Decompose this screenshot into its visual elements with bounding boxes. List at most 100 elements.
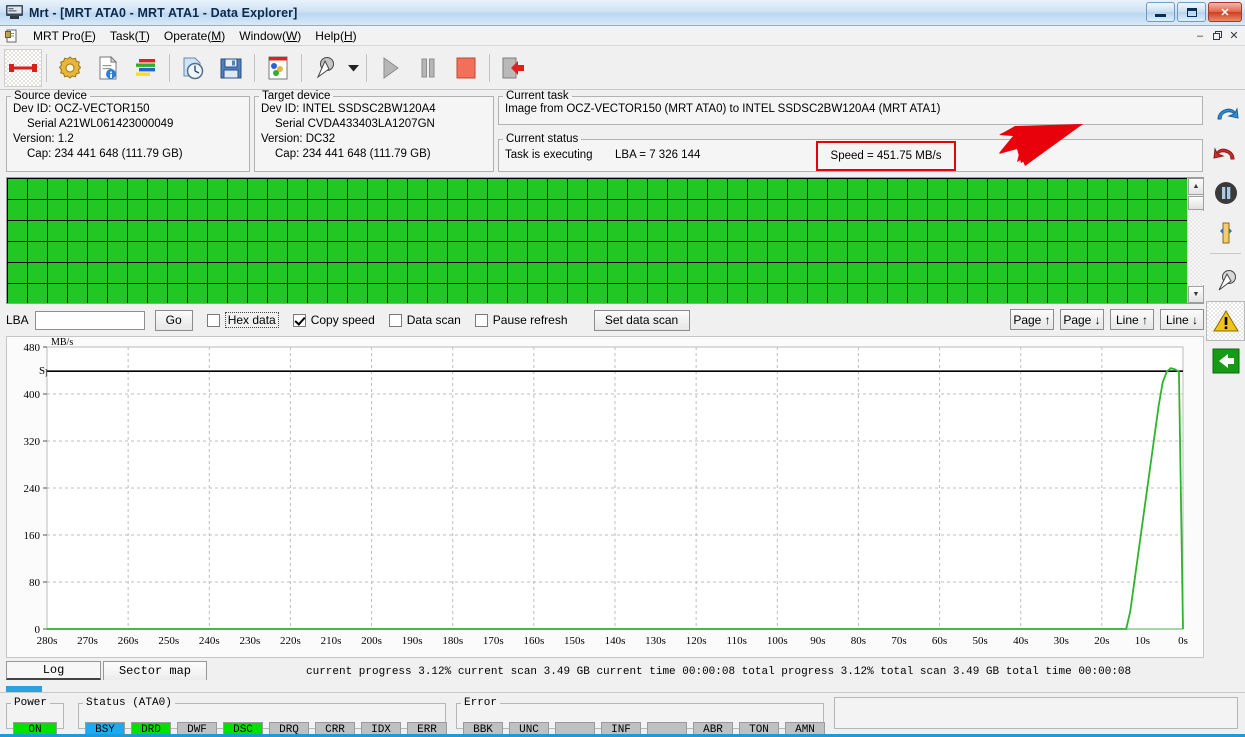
copy-speed-checkbox[interactable]	[293, 314, 306, 327]
menu-item-operate[interactable]: Operate(M)	[157, 28, 232, 44]
minimize-button[interactable]	[1146, 2, 1175, 22]
pause-refresh-label: Pause refresh	[493, 313, 568, 327]
info-panels: Source device Dev ID: OCZ-VECTOR150 Seri…	[0, 90, 1245, 175]
settings-gear-icon[interactable]	[51, 49, 89, 87]
tab-strip: Log Sector map current progress 3.12% cu…	[6, 661, 1204, 683]
chart-bars-icon[interactable]	[127, 49, 165, 87]
svg-text:80s: 80s	[851, 635, 866, 647]
line-up-button[interactable]: Line ↑	[1110, 309, 1154, 330]
svg-text:220s: 220s	[280, 635, 301, 647]
redo-icon[interactable]	[1206, 133, 1245, 173]
mdi-restore-button[interactable]	[1209, 28, 1225, 43]
sector-map-scrollbar[interactable]: ▲ ▼	[1187, 178, 1203, 303]
toolbar-separator	[169, 54, 170, 82]
menu-item-task[interactable]: Task(T)	[103, 28, 157, 44]
pause-circle-icon[interactable]	[1206, 173, 1245, 213]
sector-map-cells[interactable]	[7, 178, 1187, 303]
source-device-panel: Source device Dev ID: OCZ-VECTOR150 Seri…	[6, 90, 250, 172]
svg-text:190s: 190s	[402, 635, 423, 647]
icon-bar-divider	[1210, 253, 1241, 261]
toolbar-separator	[301, 54, 302, 82]
lba-label: LBA	[6, 313, 29, 327]
svg-text:270s: 270s	[77, 635, 98, 647]
page-down-button[interactable]: Page ↓	[1060, 309, 1104, 330]
head-map-icon[interactable]	[306, 49, 344, 87]
scroll-down-button[interactable]: ▼	[1188, 286, 1204, 303]
target-device-panel: Target device Dev ID: INTEL SSDSC2BW120A…	[254, 90, 494, 172]
save-floppy-icon[interactable]	[212, 49, 250, 87]
target-version: Version: DC32	[255, 132, 493, 147]
menu-item-mrtpro[interactable]: MRT Pro(F)	[26, 28, 103, 44]
green-arrow-icon[interactable]	[1206, 341, 1245, 381]
data-scan-checkbox[interactable]	[389, 314, 402, 327]
pause-refresh-checkbox[interactable]	[475, 314, 488, 327]
hex-data-checkbox[interactable]	[207, 314, 220, 327]
source-version: Version: 1.2	[7, 132, 249, 147]
status-flags-legend: Status (ATA0)	[83, 697, 175, 709]
toolbar-separator	[489, 54, 490, 82]
hex-data-label: Hex data	[225, 312, 279, 328]
toolbar-separator	[254, 54, 255, 82]
sector-map-grid[interactable]: ▲ ▼	[6, 177, 1204, 304]
right-icon-bar	[1206, 93, 1245, 383]
current-task-legend: Current task	[503, 90, 572, 102]
svg-text:140s: 140s	[605, 635, 626, 647]
svg-text:70s: 70s	[891, 635, 906, 647]
warning-icon[interactable]	[1206, 301, 1245, 341]
set-data-scan-button[interactable]: Set data scan	[594, 310, 690, 331]
menu-item-window[interactable]: Window(W)	[232, 28, 308, 44]
checkbox-pause-refresh[interactable]: Pause refresh	[475, 313, 568, 327]
copy-speed-label: Copy speed	[311, 313, 375, 327]
maximize-button[interactable]	[1177, 2, 1206, 22]
scrollbar-track[interactable]	[1188, 211, 1204, 285]
stop-icon[interactable]	[447, 49, 485, 87]
disk-scan-icon[interactable]	[174, 49, 212, 87]
svg-text:100s: 100s	[767, 635, 788, 647]
scroll-up-button[interactable]: ▲	[1188, 178, 1204, 195]
undo-icon[interactable]	[1206, 93, 1245, 133]
extra-panel	[834, 697, 1238, 729]
close-button[interactable]: ✕	[1208, 2, 1242, 22]
report-icon[interactable]	[259, 49, 297, 87]
pause-icon[interactable]	[409, 49, 447, 87]
svg-text:320: 320	[24, 436, 41, 448]
svg-text:120s: 120s	[686, 635, 707, 647]
connection-icon[interactable]	[4, 49, 42, 87]
svg-text:230s: 230s	[239, 635, 260, 647]
document-icon	[5, 29, 19, 43]
checkbox-data-scan[interactable]: Data scan	[389, 313, 461, 327]
magnifier-icon[interactable]	[1206, 261, 1245, 301]
page-up-button[interactable]: Page ↑	[1010, 309, 1054, 330]
power-legend: Power	[11, 697, 50, 709]
go-button[interactable]: Go	[155, 310, 193, 331]
run-play-icon[interactable]	[371, 49, 409, 87]
svg-text:30s: 30s	[1054, 635, 1069, 647]
svg-text:180s: 180s	[442, 635, 463, 647]
menu-item-help[interactable]: Help(H)	[308, 28, 363, 44]
speed-chart: MB/s Speed: 438.79 M/S 08016024032040048…	[6, 336, 1204, 658]
source-dev-id: Dev ID: OCZ-VECTOR150	[7, 102, 249, 117]
tab-log[interactable]: Log	[6, 661, 101, 680]
svg-text:240s: 240s	[199, 635, 220, 647]
mdi-close-button[interactable]: ✕	[1226, 28, 1242, 43]
mdi-minimize-button[interactable]: –	[1192, 28, 1208, 43]
source-serial: Serial A21WL061423000049	[7, 117, 249, 132]
svg-text:10s: 10s	[1135, 635, 1150, 647]
dropdown-arrow-icon[interactable]	[344, 49, 362, 87]
svg-text:80: 80	[29, 577, 41, 589]
menu-bar: MRT Pro(F) Task(T) Operate(M) Window(W) …	[0, 26, 1245, 46]
tab-sector-map[interactable]: Sector map	[103, 661, 207, 680]
svg-text:480: 480	[24, 342, 41, 354]
scrollbar-thumb[interactable]	[1188, 196, 1204, 210]
error-flags-panel: Error BBK UNC INF ABR TON AMN	[456, 697, 824, 729]
lba-input[interactable]	[35, 311, 145, 330]
document-info-icon[interactable]	[89, 49, 127, 87]
control-bar: LBA Go Hex data Copy speed Data scan Pau…	[6, 307, 1204, 333]
checkbox-hex-data[interactable]: Hex data	[207, 312, 279, 328]
toolbar-separator	[366, 54, 367, 82]
svg-text:50s: 50s	[973, 635, 988, 647]
line-down-button[interactable]: Line ↓	[1160, 309, 1204, 330]
exit-icon[interactable]	[494, 49, 532, 87]
ruler-icon[interactable]	[1206, 213, 1245, 253]
checkbox-copy-speed[interactable]: Copy speed	[293, 313, 375, 327]
